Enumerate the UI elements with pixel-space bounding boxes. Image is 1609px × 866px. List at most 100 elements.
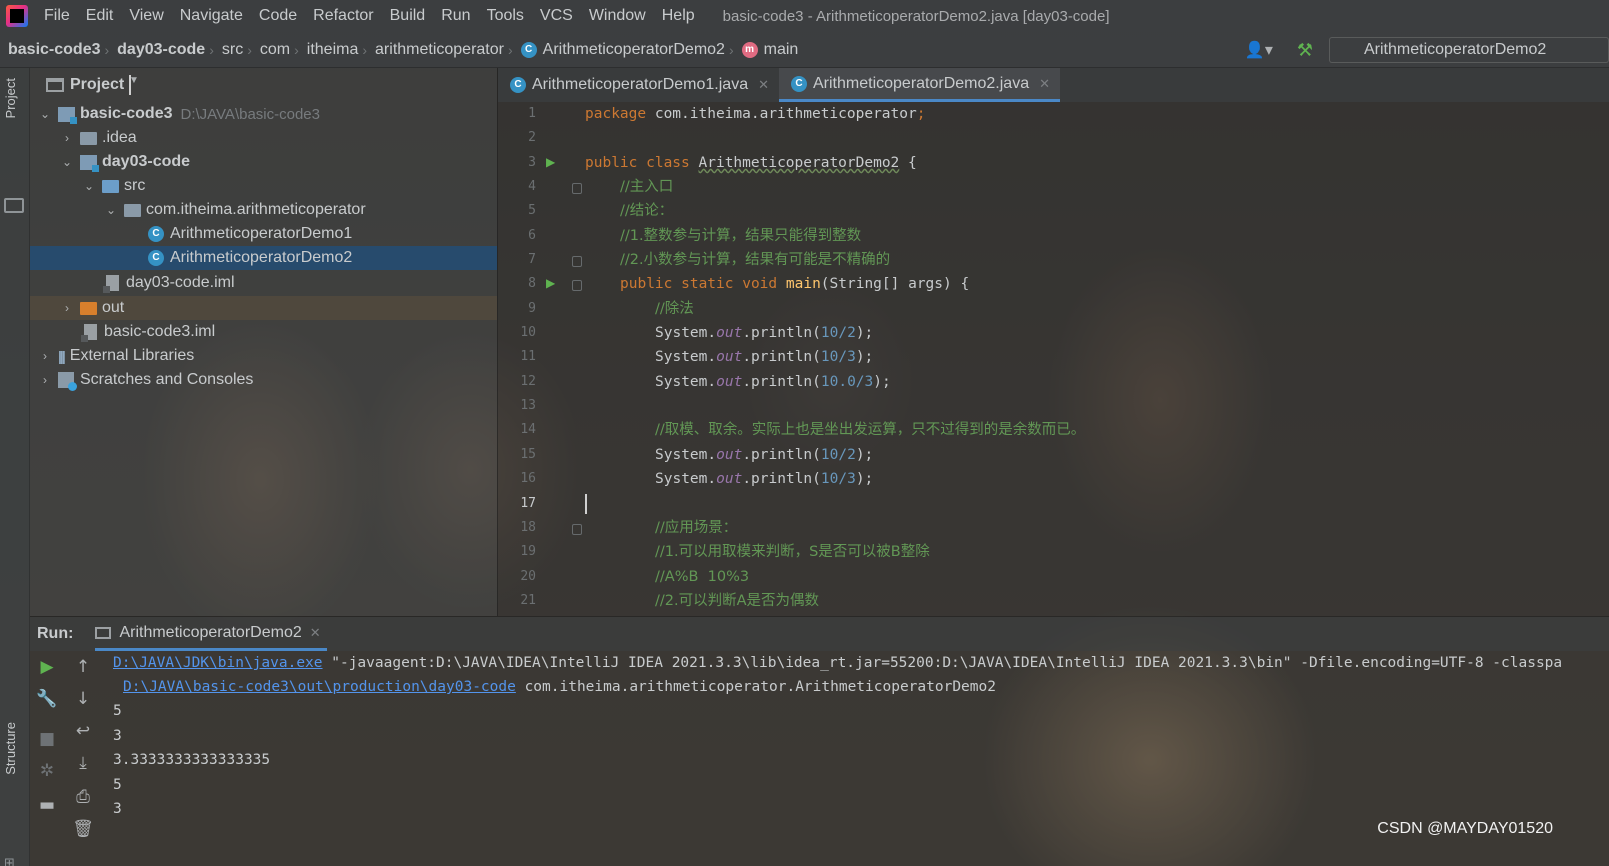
line-number: 20 [520,569,536,584]
tab-demo1[interactable]: C ArithmeticoperatorDemo1.java ✕ [498,68,779,102]
breadcrumb-project[interactable]: basic-code3 [0,41,104,59]
fold-icon[interactable] [572,524,582,535]
run-configuration-label: ArithmeticoperatorDemo2 [1364,41,1547,58]
tree-item-label: External Libraries [69,347,195,364]
classpath-link[interactable]: D:\JAVA\basic-code3\out\production\day03… [123,679,516,695]
console-command-line: D:\JAVA\JDK\bin\java.exe "-javaagent:D:\… [113,655,1563,671]
tree-item-out[interactable]: › out [30,296,497,320]
code-line: System.out.println(10/3); [655,349,874,365]
tree-item-basic-iml[interactable]: basic-code3.iml [30,320,497,344]
tree-item-basic-code3[interactable]: ⌄ basic-code3 D:\JAVA\basic-code3 [30,102,497,126]
user-icon[interactable]: 👤▾ [1245,40,1273,60]
layout-icon[interactable]: ▬ [35,793,59,817]
console-output-line: 3.3333333333333335 [113,752,271,768]
close-icon[interactable]: ✕ [310,625,321,641]
run-toolbar-left: ▶ 🔧 ■ ✲ ▬ [30,651,64,866]
run-configuration-select[interactable]: ArithmeticoperatorDemo2 [1329,37,1609,63]
scroll-to-end-icon[interactable]: ⤓ [71,751,95,775]
breadcrumb-package[interactable]: arithmeticoperator [367,41,508,59]
breadcrumb-com[interactable]: com [252,41,294,59]
chevron-down-icon[interactable]: ⌄ [82,179,96,193]
menu-navigate[interactable]: Navigate [172,7,251,25]
method-icon: m [741,41,758,58]
breadcrumb-class-label: ArithmeticoperatorDemo2 [542,40,725,58]
menu-run[interactable]: Run [433,7,478,25]
code-line: System.out.println(10/2); [655,325,874,341]
chevron-right-icon[interactable]: › [38,349,52,363]
breadcrumb-class[interactable]: C ArithmeticoperatorDemo2 [513,41,729,59]
tree-item-label: day03-code [102,153,191,170]
line-number: 16 [520,471,536,486]
arrow-up-icon[interactable]: ↑ [71,655,95,679]
chevron-down-icon[interactable]: ⌄ [38,107,52,121]
fold-icon[interactable] [572,183,582,194]
structure-tool-tab[interactable]: Structure [3,722,18,775]
folder-icon[interactable] [4,198,24,213]
structure-icon[interactable]: ⊞ [4,856,22,866]
tree-item-demo1[interactable]: C ArithmeticoperatorDemo1 [30,222,497,246]
menu-help[interactable]: Help [654,7,703,25]
run-main-icon[interactable]: ▶ [546,276,555,290]
tree-item-package[interactable]: ⌄ com.itheima.arithmeticoperator [30,198,497,222]
code-comment: //主入口 [620,179,674,195]
project-tool-tab[interactable]: Project [3,78,18,118]
menu-file[interactable]: File [36,7,78,25]
menu-build[interactable]: Build [382,7,434,25]
menu-bar: File Edit View Navigate Code Refactor Bu… [0,0,1609,32]
menu-tools[interactable]: Tools [479,7,532,25]
tree-item-demo2[interactable]: C ArithmeticoperatorDemo2 [30,246,497,270]
tab-demo2[interactable]: C ArithmeticoperatorDemo2.java ✕ [779,68,1060,102]
menu-view[interactable]: View [121,7,171,25]
chevron-down-icon[interactable]: ▼ [129,75,139,95]
trash-icon[interactable]: 🗑 [71,817,95,841]
code-line: public static void main(String[] args) { [620,276,970,292]
chevron-right-icon[interactable]: › [60,301,74,315]
console-output-line: 3 [113,801,122,817]
tab-label: ArithmeticoperatorDemo2.java [813,74,1030,92]
stop-icon[interactable]: ■ [35,727,59,751]
window-title: basic-code3 - ArithmeticoperatorDemo2.ja… [722,7,1110,25]
build-hammer-icon[interactable]: ⚒ [1297,40,1313,61]
project-path-hint: D:\JAVA\basic-code3 [180,105,320,123]
line-number: 11 [520,349,536,364]
tree-item-day03-code[interactable]: ⌄ day03-code [30,150,497,174]
soft-wrap-icon[interactable]: ↩ [71,719,95,743]
run-class-icon[interactable]: ▶ [546,155,555,169]
debug-icon[interactable]: ✲ [35,759,59,783]
tree-item-idea[interactable]: › .idea [30,126,497,150]
menu-refactor[interactable]: Refactor [305,7,381,25]
code-comment: //除法 [655,301,694,317]
tree-item-day03-iml[interactable]: day03-code.iml [30,271,497,295]
fold-icon[interactable] [572,280,582,291]
menu-window[interactable]: Window [581,7,654,25]
chevron-right-icon[interactable]: › [60,131,74,145]
chevron-right-icon[interactable]: › [38,373,52,387]
chevron-down-icon[interactable]: ⌄ [60,155,74,169]
menu-code[interactable]: Code [251,7,305,25]
rerun-icon[interactable]: ▶ [35,655,59,679]
menu-edit[interactable]: Edit [78,7,122,25]
tree-item-scratches[interactable]: › Scratches and Consoles [30,368,497,392]
breadcrumb-method[interactable]: m main [734,41,803,59]
line-number: 18 [520,520,536,535]
code-area[interactable]: package com.itheima.arithmeticoperator; … [585,102,1605,616]
breadcrumb-module[interactable]: day03-code [109,41,209,59]
code-comment: //2.可以判断A是否为偶数 [655,593,820,609]
menu-vcs[interactable]: VCS [532,7,581,25]
run-tab-label: ArithmeticoperatorDemo2 [119,623,302,641]
chevron-down-icon[interactable]: ⌄ [104,203,118,217]
project-panel: Project ▼ ⌄ basic-code3 D:\JAVA\basic-co… [30,68,497,616]
close-icon[interactable]: ✕ [1039,76,1050,92]
close-icon[interactable]: ✕ [758,77,769,93]
java-exe-link[interactable]: D:\JAVA\JDK\bin\java.exe [113,655,323,671]
arrow-down-icon[interactable]: ↓ [71,687,95,711]
tree-item-external-libraries[interactable]: › ||| External Libraries [30,344,497,368]
print-icon[interactable]: ⎙ [71,785,95,809]
run-tab[interactable]: ArithmeticoperatorDemo2 ✕ [95,617,327,651]
class-icon: C [148,226,164,242]
tree-item-src[interactable]: ⌄ src [30,174,497,198]
fold-icon[interactable] [572,256,582,267]
breadcrumb-itheima[interactable]: itheima [299,41,363,59]
wrench-icon[interactable]: 🔧 [35,687,59,711]
breadcrumb-src[interactable]: src [214,41,247,59]
